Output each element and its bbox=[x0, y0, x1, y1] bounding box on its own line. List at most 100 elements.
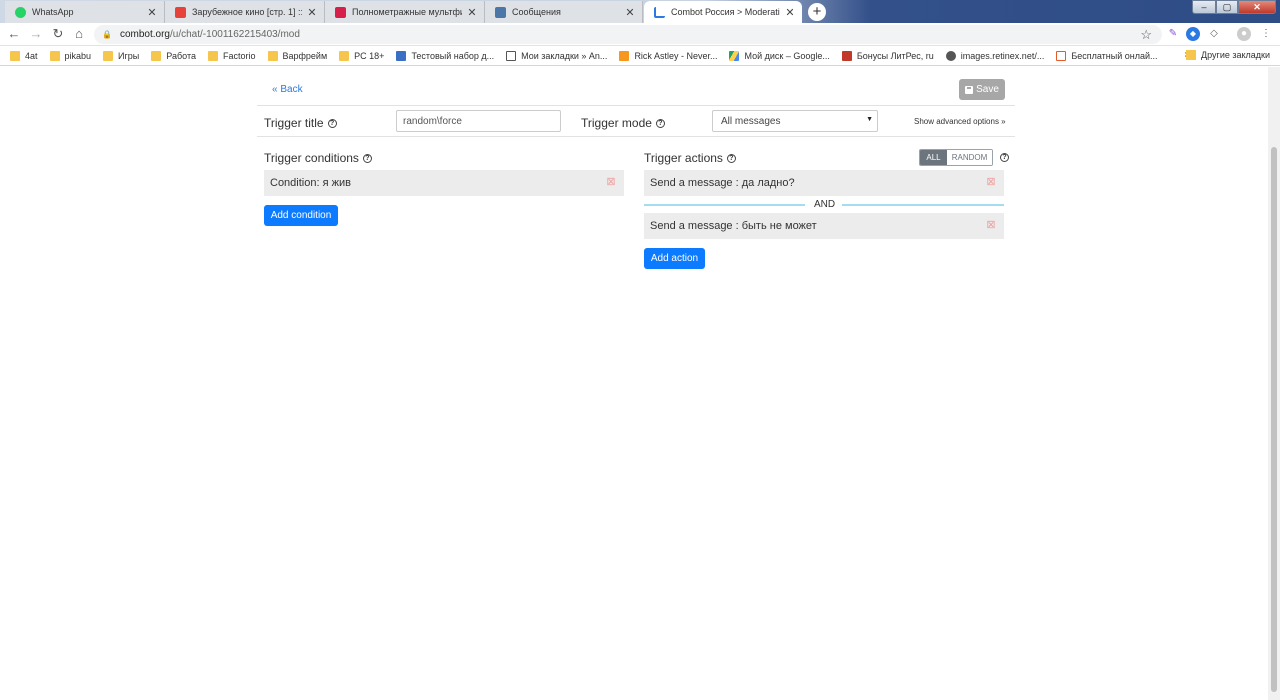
profile-avatar[interactable]: ● bbox=[1237, 27, 1251, 41]
close-icon[interactable]: ✕ bbox=[624, 6, 636, 19]
bookmark-pc18[interactable]: PC 18+ bbox=[339, 50, 385, 61]
trigger-mode-label: Trigger mode ? bbox=[581, 116, 665, 130]
remove-icon[interactable]: ⊠ bbox=[606, 177, 616, 188]
bookmark-warframe[interactable]: Варфрейм bbox=[267, 50, 327, 61]
bookmark-litres[interactable]: Бонусы ЛитРес, ru bbox=[841, 50, 934, 61]
label-text: Trigger actions bbox=[644, 151, 723, 165]
bookmark-my-bookmarks[interactable]: Мои закладки » An... bbox=[506, 50, 607, 61]
close-icon[interactable]: ✕ bbox=[466, 6, 478, 19]
bookmark-label: Factorio bbox=[222, 50, 256, 61]
folder-icon bbox=[207, 50, 218, 61]
bookmark-free-online[interactable]: Бесплатный онлай... bbox=[1056, 50, 1158, 61]
and-label: AND bbox=[814, 199, 836, 210]
page-scrollbar[interactable] bbox=[1268, 67, 1280, 700]
bookmark-label: Игры bbox=[118, 50, 140, 61]
toggle-all-button[interactable]: ALL bbox=[920, 150, 947, 165]
other-bookmarks[interactable]: Другие закладки bbox=[1186, 50, 1270, 60]
bookmark-label: Rick Astley - Never... bbox=[634, 50, 718, 61]
bookmark-google-drive[interactable]: Мой диск – Google... bbox=[729, 50, 830, 61]
trigger-actions-label: Trigger actions ? bbox=[644, 151, 736, 165]
forward-arrow-icon[interactable]: → bbox=[28, 26, 44, 42]
bookmark-label: PC 18+ bbox=[354, 50, 385, 61]
bookmark-label: Тестовый набор д... bbox=[411, 50, 495, 61]
tab-messages[interactable]: Сообщения ✕ bbox=[485, 1, 643, 23]
bookmark-rick-astley[interactable]: Rick Astley - Never... bbox=[619, 50, 718, 61]
tab-combot[interactable]: Combot Россия > Moderation | ✕ bbox=[644, 1, 802, 23]
new-tab-button[interactable]: + bbox=[808, 3, 826, 21]
action-text: Send a message : быть не может bbox=[650, 220, 817, 232]
help-icon[interactable]: ? bbox=[327, 118, 337, 128]
bookmark-retinex[interactable]: images.retinex.net/... bbox=[945, 50, 1044, 61]
tab-cartoons[interactable]: Полнометражные мультфильмы ✕ bbox=[325, 1, 485, 23]
label-text: Trigger title bbox=[264, 116, 324, 130]
folder-icon bbox=[151, 50, 162, 61]
remove-icon[interactable]: ⊠ bbox=[986, 177, 996, 188]
help-icon[interactable]: ? bbox=[362, 153, 372, 163]
bookmark-4at[interactable]: 4at bbox=[10, 50, 38, 61]
condition-item[interactable]: Condition: я жив ⊠ bbox=[264, 170, 624, 196]
remove-icon[interactable]: ⊠ bbox=[986, 220, 996, 231]
and-separator: AND bbox=[644, 199, 1004, 211]
add-condition-button[interactable]: Add condition bbox=[264, 205, 338, 226]
back-link[interactable]: « Back bbox=[272, 84, 303, 95]
bookmark-test-set[interactable]: Тестовый набор д... bbox=[396, 50, 495, 61]
action-item[interactable]: Send a message : быть не может ⊠ bbox=[644, 213, 1004, 239]
action-mode-toggle: ALL RANDOM bbox=[919, 149, 993, 166]
minimize-button[interactable]: – bbox=[1192, 0, 1216, 14]
bookmark-games[interactable]: Игры bbox=[103, 50, 140, 61]
condition-text: Condition: я жив bbox=[270, 177, 351, 189]
home-icon[interactable]: ⌂ bbox=[71, 26, 87, 42]
tab-kino[interactable]: Зарубежное кино [стр. 1] :: Кин ✕ bbox=[165, 1, 325, 23]
tab-strip: WhatsApp ✕ Зарубежное кино [стр. 1] :: К… bbox=[0, 0, 1280, 23]
scrollbar-thumb[interactable] bbox=[1271, 147, 1277, 692]
adblock-extension-icon[interactable]: ◇ bbox=[1207, 27, 1221, 41]
add-action-button[interactable]: Add action bbox=[644, 248, 705, 269]
back-arrow-icon[interactable]: ← bbox=[6, 26, 22, 42]
trigger-title-input[interactable]: random\force bbox=[396, 110, 561, 132]
close-icon[interactable]: ✕ bbox=[784, 6, 796, 19]
bookmark-pikabu[interactable]: pikabu bbox=[49, 50, 92, 61]
bookmark-label: Бонусы ЛитРес, ru bbox=[856, 50, 934, 61]
menu-dots-icon[interactable]: ⋮ bbox=[1259, 27, 1273, 41]
action-item[interactable]: Send a message : да ладно? ⊠ bbox=[644, 170, 1004, 196]
window-controls: – ▢ ✕ bbox=[1192, 0, 1276, 14]
help-icon[interactable]: ? bbox=[726, 153, 736, 163]
url-host: combot.org bbox=[119, 29, 170, 40]
close-icon[interactable]: ✕ bbox=[306, 6, 318, 19]
shield-extension-icon[interactable]: ◆ bbox=[1186, 27, 1200, 41]
google-drive-icon bbox=[729, 50, 740, 61]
tab-label: WhatsApp bbox=[32, 7, 74, 17]
close-window-button[interactable]: ✕ bbox=[1238, 0, 1276, 14]
tab-whatsapp[interactable]: WhatsApp ✕ bbox=[5, 1, 165, 23]
reload-icon[interactable]: ↻ bbox=[50, 26, 66, 42]
bookmark-factorio[interactable]: Factorio bbox=[207, 50, 256, 61]
trigger-mode-select[interactable]: All messages ▼ bbox=[712, 110, 878, 132]
floppy-disk-icon bbox=[965, 85, 974, 94]
address-bar[interactable]: 🔒 combot.org/u/chat/-1001162215403/mod ☆ bbox=[94, 25, 1162, 44]
bookmark-work[interactable]: Работа bbox=[151, 50, 196, 61]
dropdown-caret-icon: ▼ bbox=[866, 116, 873, 123]
folder-icon bbox=[339, 50, 350, 61]
folder-icon bbox=[49, 50, 60, 61]
show-advanced-options-link[interactable]: Show advanced options » bbox=[914, 117, 1006, 126]
bookmark-label: Мой диск – Google... bbox=[744, 50, 830, 61]
globe-icon bbox=[945, 50, 956, 61]
bookmark-star-icon[interactable]: ☆ bbox=[1140, 27, 1152, 43]
save-label: Save bbox=[976, 84, 999, 95]
ph-icon bbox=[619, 50, 630, 61]
bookmark-label: pikabu bbox=[64, 50, 92, 61]
save-button[interactable]: Save bbox=[959, 79, 1005, 100]
chart-icon bbox=[654, 6, 665, 18]
tab-label: Combot Россия > Moderation | bbox=[671, 7, 780, 17]
close-icon[interactable]: ✕ bbox=[146, 6, 158, 19]
whatsapp-icon bbox=[15, 6, 26, 18]
help-icon[interactable]: ? bbox=[1000, 153, 1009, 162]
maximize-button[interactable]: ▢ bbox=[1216, 0, 1238, 14]
folder-icon bbox=[103, 50, 114, 61]
folder-icon bbox=[267, 50, 278, 61]
toggle-random-button[interactable]: RANDOM bbox=[947, 150, 992, 165]
lock-icon: 🔒 bbox=[102, 30, 112, 39]
help-icon[interactable]: ? bbox=[655, 118, 665, 128]
pen-extension-icon[interactable]: ✎ bbox=[1166, 27, 1180, 41]
bookmark-label: 4at bbox=[25, 50, 38, 61]
